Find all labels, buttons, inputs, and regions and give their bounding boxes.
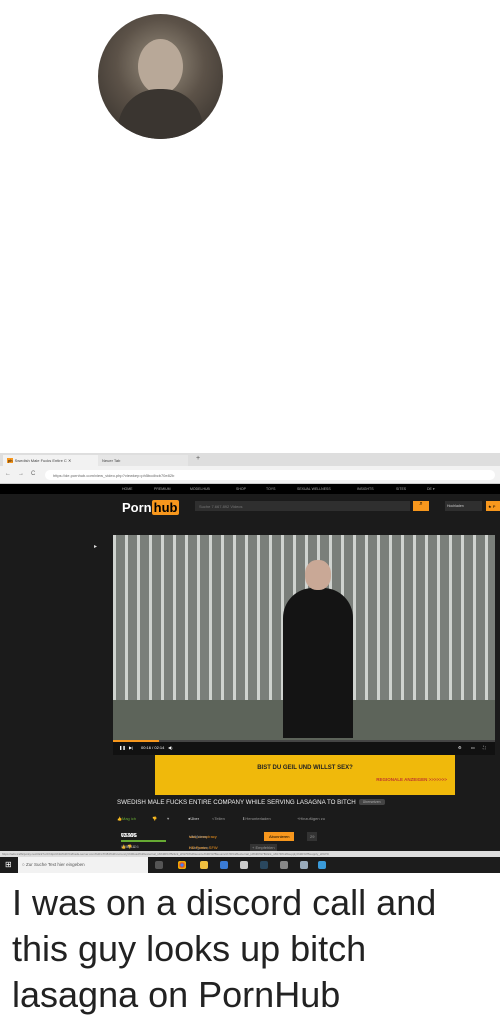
topnav-home[interactable]: HOME: [122, 487, 133, 491]
windows-taskbar: ⊞ ○ Zur Suche Text hier eingeben: [0, 857, 500, 873]
subscriber-count: 29: [307, 832, 318, 841]
task-view-icon[interactable]: [155, 861, 163, 869]
back-icon[interactable]: ←: [5, 471, 11, 477]
meme-caption: I was on a discord call and this guy loo…: [12, 882, 437, 1015]
rating: 97% 👍 5214 👎 126: [121, 844, 139, 849]
taskbar-search[interactable]: ○ Zur Suche Text hier eingeben: [18, 857, 148, 873]
new-tab-plus-icon[interactable]: +: [196, 455, 200, 462]
site-header: Porn hub Suche 7.667.892 Videos ⌕ Hochlad…: [0, 494, 500, 539]
topnav-language[interactable]: DE ▾: [427, 487, 435, 491]
share-button[interactable]: < Teilen: [212, 816, 225, 821]
site-logo[interactable]: Porn hub: [122, 500, 180, 515]
topnav-premium[interactable]: PREMIUM: [154, 487, 171, 491]
topnav-sites[interactable]: SITES: [396, 487, 406, 491]
video-player[interactable]: [113, 535, 495, 740]
store-icon[interactable]: [220, 861, 228, 869]
forward-icon[interactable]: →: [18, 471, 24, 477]
search-icon: ⌕: [419, 501, 423, 507]
upload-button[interactable]: Hochladen: [445, 501, 482, 511]
mail-icon[interactable]: [240, 861, 248, 869]
progress-bar[interactable]: [113, 740, 495, 742]
url-input[interactable]: https://de.pornhub.com/view_video.php?vi…: [45, 470, 495, 480]
tab-bar: ph Swedish Male Fucks Entire C ✕ Neuer T…: [0, 453, 500, 466]
search-button[interactable]: ⌕: [413, 501, 429, 511]
next-icon[interactable]: ▶|: [129, 745, 133, 750]
favicon-icon: ph: [7, 458, 14, 463]
premium-button[interactable]: ★ P: [486, 501, 500, 511]
topnav-sexual-wellness[interactable]: SEXUAL WELLNESS: [297, 487, 331, 491]
ad-text: BIST DU GEIL UND WILLST SEX?: [257, 765, 353, 771]
file-explorer-icon[interactable]: [200, 861, 208, 869]
fullscreen-icon[interactable]: ⛶: [483, 745, 486, 750]
rating-bar: [121, 840, 166, 842]
address-bar: ← → C https://de.pornhub.com/view_video.…: [0, 466, 500, 484]
tab-about[interactable]: ● Über: [188, 816, 199, 821]
suggest-button[interactable]: + Empfehlen: [250, 844, 277, 851]
settings-icon[interactable]: ⚙: [458, 745, 462, 750]
dislike-button[interactable]: 👎: [152, 816, 157, 821]
favorite-icon[interactable]: ♥: [167, 816, 169, 821]
topnav-shop[interactable]: SHOP: [236, 487, 246, 491]
ad-banner[interactable]: BIST DU GEIL UND WILLST SEX? REGIONALE A…: [155, 755, 455, 795]
add-to-button[interactable]: + Hinzufügen zu: [297, 816, 325, 821]
video-title: SWEDISH MALE FUCKS ENTIRE COMPANY WHILE …: [117, 799, 385, 806]
app-icon[interactable]: [280, 861, 288, 869]
subscribe-button[interactable]: Abonnieren: [264, 832, 295, 841]
steam-icon[interactable]: [260, 861, 268, 869]
mouse-cursor-icon: ▸: [94, 544, 98, 550]
reload-icon[interactable]: C: [31, 471, 35, 477]
download-button[interactable]: ⬇ Herunterladen: [242, 816, 271, 821]
volume-icon[interactable]: ◀): [168, 745, 172, 750]
profile-avatar-image: [98, 14, 223, 139]
topnav-toys[interactable]: TOYS: [266, 487, 275, 491]
topnav-insights[interactable]: INSIGHTS: [357, 487, 374, 491]
search-input[interactable]: Suche 7.667.892 Videos: [195, 501, 410, 511]
tab-active[interactable]: ph Swedish Male Fucks Entire C ✕: [3, 455, 98, 466]
pause-icon[interactable]: ❚❚: [119, 745, 126, 750]
tab-title: Neuer Tab: [102, 458, 121, 463]
time-display: 00:16 / 02:14: [141, 745, 165, 750]
chrome-icon[interactable]: [178, 861, 186, 869]
app-icon[interactable]: [300, 861, 308, 869]
app-icon[interactable]: [318, 861, 326, 869]
top-nav: HOME PREMIUM MODELHUB SHOP TOYS SEXUAL W…: [0, 484, 500, 494]
windows-start-icon[interactable]: ⊞: [5, 860, 12, 869]
topnav-modelhub[interactable]: MODELHUB: [190, 487, 210, 491]
tab-title: Swedish Male Fucks Entire C: [14, 458, 67, 463]
ad-link[interactable]: REGIONALE ANZEIGEN >>>>>>>: [155, 777, 455, 782]
like-button[interactable]: 👍 Mag ich: [117, 816, 136, 821]
translate-button[interactable]: Übersetzen: [358, 799, 385, 806]
browser-screenshot: ph Swedish Male Fucks Entire C ✕ Neuer T…: [0, 453, 500, 873]
theater-icon[interactable]: ▭: [471, 745, 475, 750]
tab-new[interactable]: Neuer Tab: [98, 455, 188, 466]
player-controls: ❚❚ ▶| 00:16 / 02:14 ◀) ⚙ ▭ ⛶: [113, 740, 495, 755]
